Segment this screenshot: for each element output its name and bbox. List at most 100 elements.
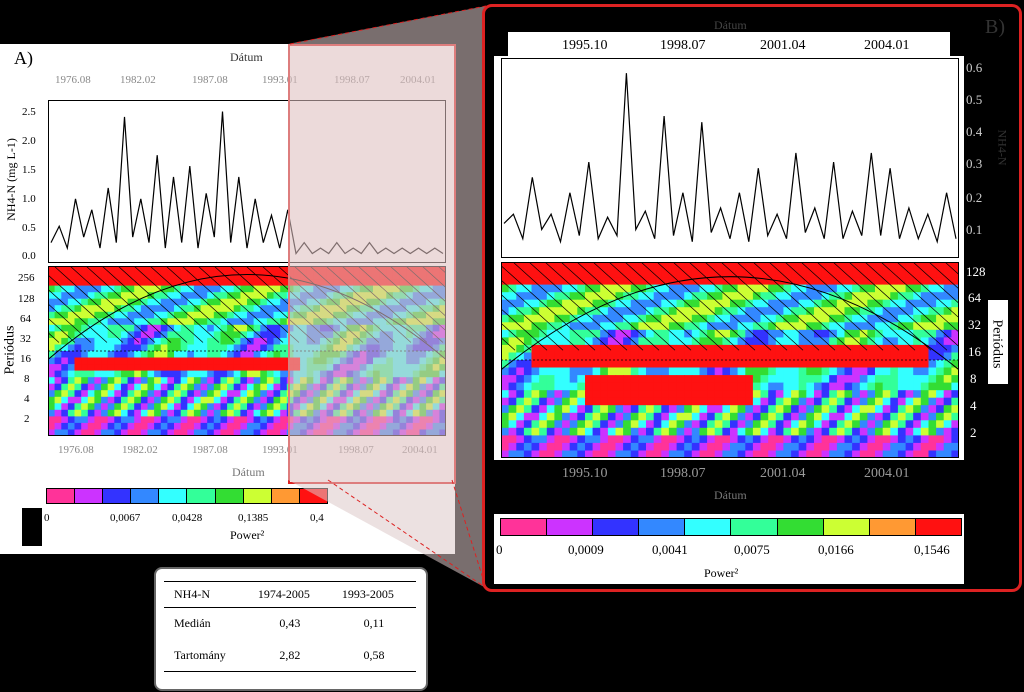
wavelet-cell <box>814 382 823 391</box>
stats-table: NH4-N 1974-2005 1993-2005 Medián 0,43 0,… <box>164 581 416 672</box>
wavelet-cell <box>539 307 548 316</box>
wavelet-cell <box>546 435 555 444</box>
wavelet-cell <box>714 367 723 376</box>
wavelet-cell <box>661 307 670 316</box>
wavelet-cell <box>730 262 739 271</box>
wavelet-cell <box>737 382 746 391</box>
wavelet-cell <box>814 360 823 369</box>
wavelet-cell <box>768 397 777 406</box>
wavelet-cell <box>852 277 861 286</box>
wavelet-cell <box>539 390 548 399</box>
wavelet-cell <box>577 292 586 301</box>
wavelet-cell <box>875 397 884 406</box>
wavelet-cell <box>760 412 769 421</box>
colorbar-swatch <box>639 519 686 535</box>
wavelet-cell <box>768 382 777 391</box>
wavelet-cell <box>607 450 617 458</box>
wavelet-cell <box>821 375 830 384</box>
wavelet-cell <box>836 344 846 353</box>
wavelet-cell <box>592 427 601 436</box>
wavelet-cell <box>875 292 884 301</box>
wavelet-cell <box>646 420 655 429</box>
wavelet-cell <box>523 412 533 421</box>
wavelet-cell <box>638 352 647 361</box>
wavelet-cell <box>653 352 662 361</box>
wavelet-cell <box>951 299 959 308</box>
wavelet-cell <box>699 307 708 316</box>
wavelet-cell <box>585 427 594 436</box>
wavelet-cell <box>638 269 647 278</box>
wavelet-cell <box>905 284 914 293</box>
wavelet-cell <box>897 307 907 316</box>
wavelet-cell <box>920 420 929 429</box>
wavelet-cell <box>936 360 945 369</box>
wavelet-cell <box>523 269 533 278</box>
wavelet-cell <box>569 442 578 451</box>
wavelet-cell <box>722 375 731 384</box>
wavelet-cell <box>523 382 533 391</box>
wavelet-cell <box>653 367 662 376</box>
wavelet-cell <box>722 405 731 414</box>
wavelet-cell <box>836 442 846 451</box>
stats-table-box: NH4-N 1974-2005 1993-2005 Medián 0,43 0,… <box>154 567 428 691</box>
panel-b-wavelet-ytick: 128 <box>966 264 986 279</box>
wavelet-cell <box>569 435 578 444</box>
wavelet-cell <box>623 435 632 444</box>
wavelet-cell <box>814 450 823 458</box>
wavelet-cell <box>829 382 838 391</box>
stats-header-period-1: 1974-2005 <box>257 587 310 601</box>
wavelet-cell <box>913 405 922 414</box>
wavelet-cell <box>943 352 952 361</box>
panel-b-bottom-axis-label: Dátum <box>714 488 747 502</box>
wavelet-cell <box>523 337 533 346</box>
wavelet-cell <box>752 367 762 376</box>
wavelet-cell <box>852 337 861 346</box>
wavelet-cell <box>836 435 846 444</box>
wavelet-cell <box>913 442 922 451</box>
wavelet-cell <box>501 442 510 451</box>
panel-b-letter: B) <box>985 16 1005 38</box>
wavelet-cell <box>585 284 594 293</box>
wavelet-cell <box>928 367 937 376</box>
panel-b-ts-ytick: 0.4 <box>966 124 983 139</box>
wavelet-cell <box>577 412 586 421</box>
panel-b-ts-ytick: 0.5 <box>966 92 983 107</box>
wavelet-cell <box>653 329 662 338</box>
wavelet-cell <box>867 299 876 308</box>
wavelet-cell <box>691 314 700 323</box>
wavelet-cell <box>615 314 624 323</box>
wavelet-cell <box>920 375 929 384</box>
wavelet-cell <box>592 329 601 338</box>
panel-b-wavelet <box>501 262 959 458</box>
wavelet-cell <box>836 412 846 421</box>
wavelet-cell <box>913 269 922 278</box>
wavelet-cell <box>859 382 868 391</box>
wavelet-cell <box>737 450 746 458</box>
wavelet-cell <box>913 344 922 353</box>
wavelet-cell <box>615 337 624 346</box>
wavelet-cell <box>501 420 510 429</box>
wavelet-cell <box>577 405 586 414</box>
wavelet-cell <box>745 277 754 286</box>
wavelet-cell <box>791 360 800 369</box>
wavelet-cell <box>592 375 601 384</box>
wavelet-cell <box>875 269 884 278</box>
wavelet-cell <box>821 435 830 444</box>
wavelet-cell <box>699 344 708 353</box>
wavelet-cell <box>592 382 601 391</box>
wavelet-cell <box>653 442 662 451</box>
wavelet-cell <box>615 435 624 444</box>
panel-b-colorbar-tick: 0,0166 <box>818 542 854 557</box>
wavelet-cell <box>775 375 784 384</box>
wavelet-cell <box>539 375 548 384</box>
wavelet-cell <box>768 450 777 458</box>
wavelet-cell <box>775 412 784 421</box>
wavelet-cell <box>806 352 815 361</box>
wavelet-cell <box>661 390 670 399</box>
wavelet-cell <box>775 292 784 301</box>
wavelet-cell <box>577 277 586 286</box>
wavelet-cell <box>531 262 540 271</box>
wavelet-cell <box>783 284 792 293</box>
wavelet-cell <box>684 262 693 271</box>
wavelet-cell <box>554 262 563 271</box>
